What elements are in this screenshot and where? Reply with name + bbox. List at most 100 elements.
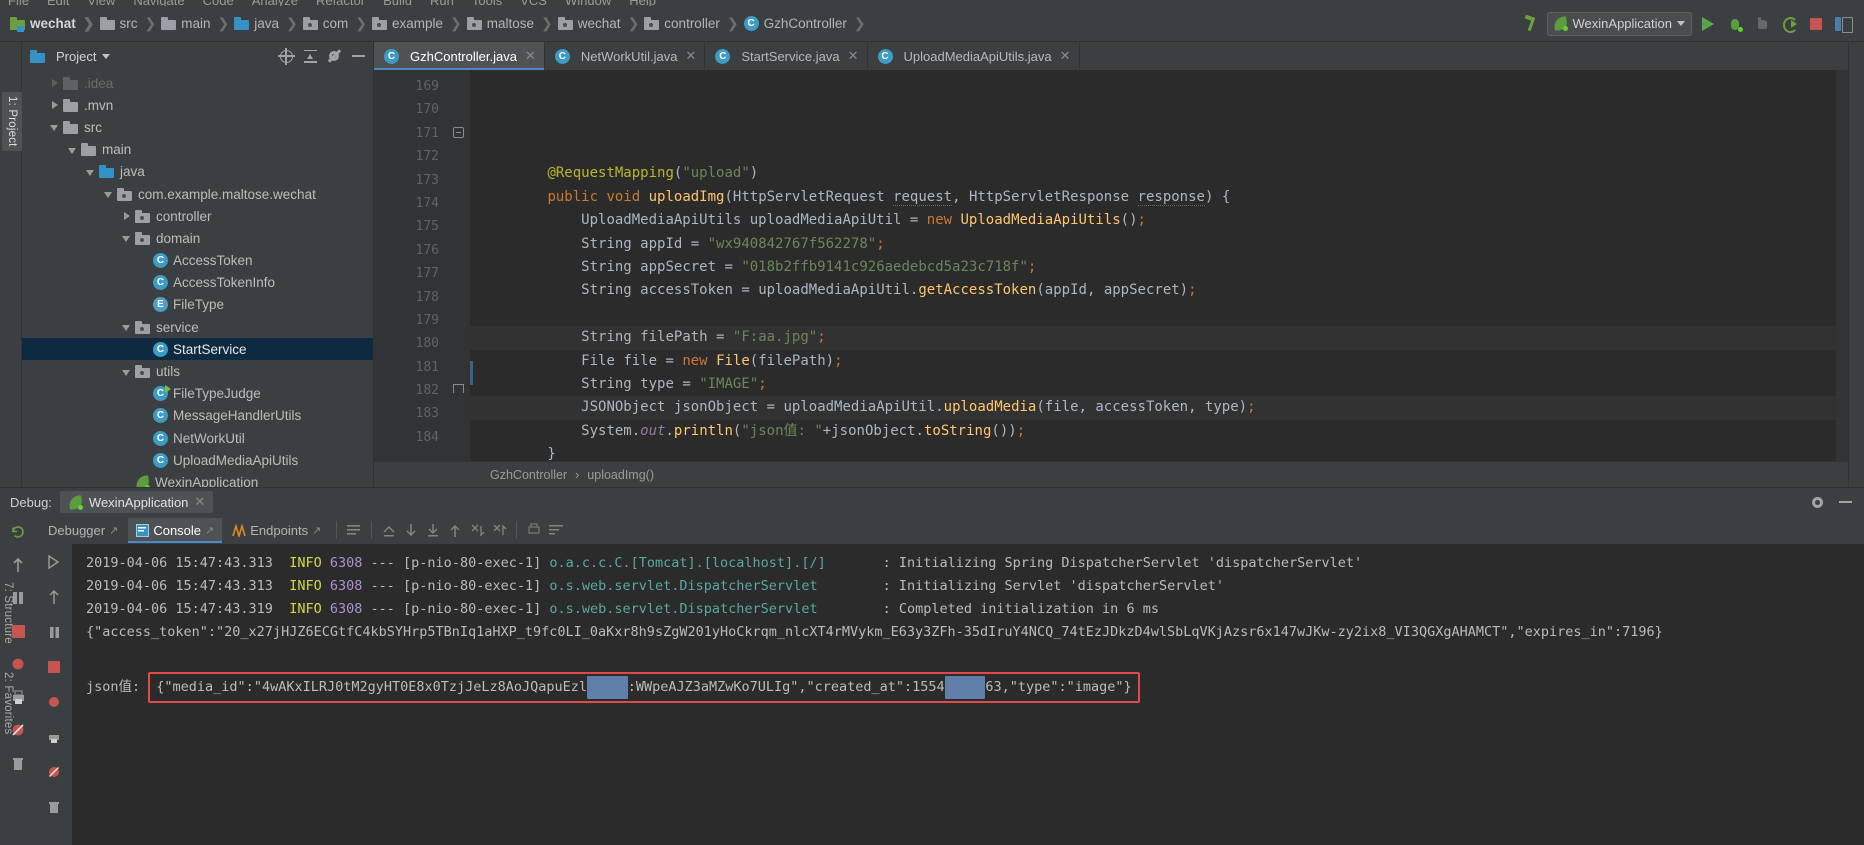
tree-item[interactable]: java xyxy=(22,161,373,183)
tree-item[interactable]: WexinApplication xyxy=(22,471,373,487)
tree-item[interactable]: C AccessTokenInfo xyxy=(22,272,373,294)
debug-button[interactable] xyxy=(1724,13,1746,35)
pause-icon[interactable] xyxy=(44,622,64,642)
breadcrumb-item-project[interactable]: wechat ❯ xyxy=(10,15,100,32)
sidebar-tab-favorites[interactable]: 2: Favorites xyxy=(2,672,14,734)
hide-panel-icon[interactable] xyxy=(1836,493,1854,511)
pin-icon[interactable]: ↗ xyxy=(312,524,321,537)
chevron-down-icon[interactable] xyxy=(66,143,79,156)
trash-icon[interactable] xyxy=(44,797,64,817)
layout-button[interactable] xyxy=(1832,13,1854,35)
resume-icon[interactable] xyxy=(44,552,64,572)
scroll-up-icon[interactable] xyxy=(445,520,465,540)
breadcrumb-class-name[interactable]: GzhController xyxy=(490,468,567,482)
breadcrumb-item-wechat[interactable]: wechat ❯ xyxy=(557,15,645,32)
breadcrumb-item-controller[interactable]: controller ❯ xyxy=(644,15,743,32)
tree-item[interactable]: E FileType xyxy=(22,294,373,316)
chevron-down-icon[interactable] xyxy=(120,365,133,378)
scroll-down-icon[interactable] xyxy=(401,520,421,540)
step-up-icon[interactable] xyxy=(8,555,28,575)
run-configuration-selector[interactable]: WexinApplication xyxy=(1546,11,1692,36)
breadcrumb-item-example[interactable]: example ❯ xyxy=(372,15,467,32)
chevron-right-icon[interactable] xyxy=(48,99,61,112)
editor-tab[interactable]: C GzhController.java ✕ xyxy=(374,42,545,70)
debug-subtab[interactable]: Console ↗ xyxy=(128,517,223,543)
delete-icon[interactable] xyxy=(8,753,28,773)
source-code[interactable]: @RequestMapping("upload") public void up… xyxy=(470,70,1848,461)
breakpoints-icon[interactable] xyxy=(44,692,64,712)
editor-tab[interactable]: C UploadMediaApiUtils.java ✕ xyxy=(868,42,1080,70)
chevron-down-icon[interactable] xyxy=(120,232,133,245)
fold-collapse-icon[interactable] xyxy=(453,126,464,138)
tree-item[interactable]: C StartService xyxy=(22,338,373,361)
breadcrumb-item-main[interactable]: main ❯ xyxy=(161,15,234,32)
rerun-icon[interactable] xyxy=(8,522,28,542)
editor-tab[interactable]: C NetWorkUtil.java ✕ xyxy=(545,42,706,70)
chevron-right-icon[interactable] xyxy=(120,210,133,223)
tree-item[interactable]: C NetWorkUtil xyxy=(22,427,373,449)
code-folding-column[interactable] xyxy=(448,70,470,461)
tree-item[interactable]: domain xyxy=(22,227,373,249)
prev-occurrence-icon[interactable] xyxy=(489,520,509,540)
tree-item[interactable]: .idea xyxy=(22,72,373,94)
tree-item[interactable]: service xyxy=(22,316,373,338)
tree-item[interactable]: C MessageHandlerUtils xyxy=(22,405,373,427)
tree-item[interactable]: main xyxy=(22,139,373,161)
mute-icon[interactable] xyxy=(44,762,64,782)
tree-item[interactable]: controller xyxy=(22,205,373,227)
sidebar-tab-structure[interactable]: 7: Structure xyxy=(2,582,14,644)
tree-item[interactable]: C FileTypeJudge xyxy=(22,383,373,405)
breadcrumb-item-maltose[interactable]: maltose ❯ xyxy=(466,15,558,32)
breadcrumb-method-name[interactable]: uploadImg() xyxy=(587,468,654,482)
json-highlight-box[interactable]: {"media_id":"4wAKxILRJ0tM2gyHT0E8x0TzjJe… xyxy=(148,672,1140,703)
collapse-all-icon[interactable] xyxy=(301,47,319,65)
breadcrumb-item-java[interactable]: java ❯ xyxy=(234,15,303,32)
chevron-down-icon[interactable] xyxy=(120,321,133,334)
close-icon[interactable]: ✕ xyxy=(1060,48,1071,64)
scroll-end-icon[interactable] xyxy=(423,520,443,540)
debug-subtab[interactable]: Endpoints ↗ xyxy=(224,518,329,543)
tree-item[interactable]: .mvn xyxy=(22,94,373,116)
breadcrumb-item-src[interactable]: src ❯ xyxy=(99,15,162,32)
chevron-down-icon[interactable] xyxy=(102,188,115,201)
scroll-top-icon[interactable] xyxy=(379,520,399,540)
sidebar-tab-project[interactable]: 1: Project xyxy=(2,92,22,151)
tree-item[interactable]: src xyxy=(22,116,373,138)
settings-gear-icon[interactable] xyxy=(1808,493,1826,511)
close-icon[interactable]: ✕ xyxy=(848,48,859,64)
console-output[interactable]: 2019-04-06 15:47:43.313 INFO 6308 --- [p… xyxy=(72,544,1864,845)
scroll-from-source-icon[interactable] xyxy=(277,47,295,65)
tree-item[interactable]: com.example.maltose.wechat xyxy=(22,183,373,205)
stop-icon[interactable] xyxy=(44,657,64,677)
profiler-button[interactable] xyxy=(1778,13,1800,35)
soft-wrap-icon[interactable] xyxy=(344,520,364,540)
pin-icon[interactable]: ↗ xyxy=(109,524,118,537)
chevron-down-icon[interactable] xyxy=(102,53,111,59)
chevron-right-icon[interactable] xyxy=(48,77,61,90)
up-arrow-icon[interactable] xyxy=(44,587,64,607)
print-icon[interactable] xyxy=(524,520,544,540)
gear-icon[interactable] xyxy=(325,47,343,65)
print-icon[interactable] xyxy=(44,727,64,747)
editor-scrollbar[interactable] xyxy=(1836,70,1848,461)
stop-button[interactable] xyxy=(1805,13,1827,35)
chevron-down-icon[interactable] xyxy=(84,165,97,178)
project-tree[interactable]: .idea .mvn src main java com.example.maltose.… xyxy=(22,70,373,487)
settings-icon[interactable] xyxy=(546,520,566,540)
run-with-coverage-button[interactable] xyxy=(1751,13,1773,35)
code-editor[interactable]: 169 170 171 172 173 174 175 176 177 178 179 180 181 1… xyxy=(374,70,1848,461)
hide-panel-icon[interactable] xyxy=(349,47,367,65)
tree-item[interactable]: C UploadMediaApiUtils xyxy=(22,449,373,471)
editor-tab-bar[interactable]: C GzhController.java ✕ C NetWorkUtil.java ✕ C S… xyxy=(374,42,1848,70)
debug-subtab-bar[interactable]: Debugger ↗ Console ↗ Endpoints ↗ xyxy=(36,516,1864,544)
close-icon[interactable]: ✕ xyxy=(525,48,536,64)
debug-session-tab[interactable]: WexinApplication ✕ xyxy=(59,491,214,513)
editor-tab[interactable]: C StartService.java ✕ xyxy=(705,42,868,70)
breadcrumb-item-com[interactable]: com ❯ xyxy=(302,15,372,32)
next-occurrence-icon[interactable] xyxy=(467,520,487,540)
close-icon[interactable]: ✕ xyxy=(194,494,205,510)
close-icon[interactable]: ✕ xyxy=(685,48,696,64)
chevron-down-icon[interactable] xyxy=(48,121,61,134)
run-button[interactable] xyxy=(1697,13,1719,35)
pin-icon[interactable]: ↗ xyxy=(205,524,214,537)
